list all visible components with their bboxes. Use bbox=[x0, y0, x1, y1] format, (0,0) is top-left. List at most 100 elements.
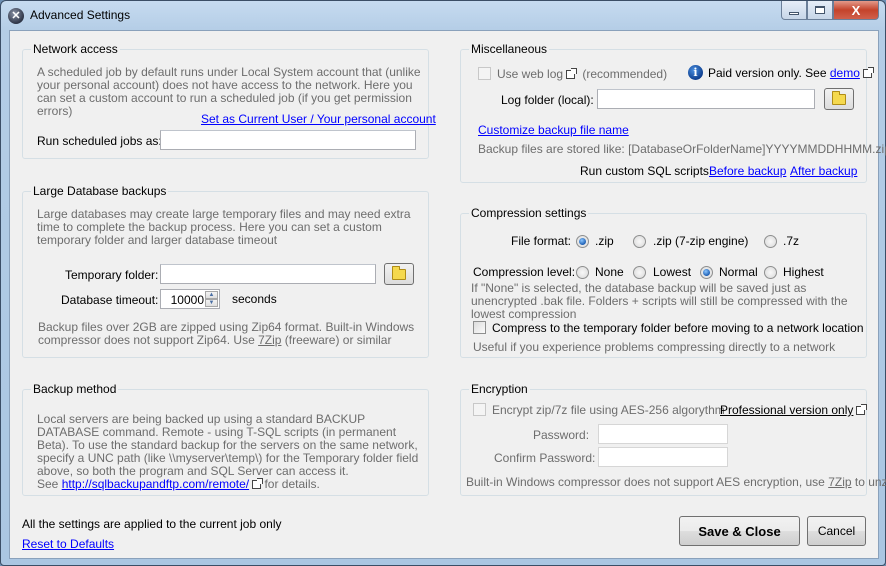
window-title: Advanced Settings bbox=[30, 8, 131, 22]
level-normal-label[interactable]: Normal bbox=[719, 265, 758, 279]
encryption-title: Encryption bbox=[469, 382, 530, 396]
demo-link[interactable]: demo bbox=[830, 66, 860, 80]
zip64-note: Backup files over 2GB are zipped using Z… bbox=[38, 321, 423, 347]
aes-note-post: to unzip bbox=[854, 475, 886, 489]
log-folder-input[interactable] bbox=[597, 89, 815, 109]
folder-icon bbox=[832, 90, 846, 105]
confirm-password-label: Confirm Password: bbox=[494, 451, 596, 465]
spinner-buttons: ▲ ▼ bbox=[205, 291, 218, 307]
before-backup-link[interactable]: Before backup bbox=[709, 164, 786, 178]
temp-folder-browse-button[interactable] bbox=[384, 263, 414, 285]
temp-folder-label: Temporary folder: bbox=[65, 268, 159, 282]
level-none-radio[interactable] bbox=[576, 266, 589, 279]
network-access-title: Network access bbox=[31, 42, 120, 56]
customize-backup-name-link[interactable]: Customize backup file name bbox=[478, 123, 629, 137]
encrypt-label: Encrypt zip/7z file using AES-256 algory… bbox=[492, 403, 725, 417]
dialog-client-area: Network access A scheduled job by defaul… bbox=[9, 30, 886, 559]
compress-temp-note: Useful if you experience problems compre… bbox=[473, 340, 836, 354]
settings-scope-note: All the settings are applied to the curr… bbox=[22, 517, 282, 531]
close-button[interactable]: X bbox=[833, 1, 879, 20]
large-db-group: Large Database backups Large databases m… bbox=[22, 184, 429, 358]
backup-method-see: See http://sqlbackupandftp.com/remote/ f… bbox=[37, 478, 422, 491]
timeout-unit: seconds bbox=[232, 292, 277, 306]
compression-group: Compression settings File format: .zip .… bbox=[460, 206, 867, 358]
zip64-note-post: (freeware) or similar bbox=[281, 333, 392, 347]
aes-7zip-link[interactable]: 7Zip bbox=[828, 475, 851, 489]
see-pre: See bbox=[37, 477, 62, 491]
compress-temp-label[interactable]: Compress to the temporary folder before … bbox=[492, 321, 864, 335]
spin-down-button[interactable]: ▼ bbox=[205, 299, 218, 307]
web-log-recommended: (recommended) bbox=[582, 67, 668, 81]
password-input[interactable] bbox=[598, 424, 728, 444]
format-7zip-engine-radio[interactable] bbox=[633, 235, 646, 248]
level-lowest-radio[interactable] bbox=[633, 266, 646, 279]
minimize-button[interactable] bbox=[781, 1, 807, 20]
reset-to-defaults-link[interactable]: Reset to Defaults bbox=[22, 537, 114, 551]
run-as-input[interactable] bbox=[160, 130, 416, 150]
remote-docs-link[interactable]: http://sqlbackupandftp.com/remote/ bbox=[62, 477, 249, 491]
run-as-label: Run scheduled jobs as: bbox=[37, 134, 162, 148]
aes-note: Built-in Windows compressor does not sup… bbox=[466, 475, 886, 489]
minimize-icon bbox=[789, 11, 799, 15]
title-bar[interactable]: ✕ Advanced Settings X bbox=[1, 1, 885, 29]
db-timeout-label: Database timeout: bbox=[61, 293, 159, 307]
pro-version-note: Professional version only bbox=[720, 403, 868, 417]
temp-folder-input[interactable] bbox=[160, 264, 376, 284]
advanced-settings-window: ✕ Advanced Settings X Network access A s… bbox=[0, 0, 886, 566]
external-link-icon bbox=[856, 404, 868, 415]
format-zip-label[interactable]: .zip bbox=[595, 234, 614, 248]
level-none-label[interactable]: None bbox=[595, 265, 624, 279]
db-timeout-spinner[interactable]: 10000 ▲ ▼ bbox=[160, 289, 220, 309]
compression-title: Compression settings bbox=[469, 206, 589, 220]
close-icon: X bbox=[851, 2, 861, 18]
professional-version-link[interactable]: Professional version only bbox=[720, 403, 853, 417]
compression-level-label: Compression level: bbox=[473, 265, 576, 279]
miscellaneous-group: Miscellaneous Use web log (recommended) … bbox=[460, 42, 886, 183]
level-highest-label[interactable]: Highest bbox=[783, 265, 824, 279]
use-web-log-checkbox[interactable] bbox=[478, 67, 491, 80]
zip64-7zip-link[interactable]: 7Zip bbox=[258, 333, 281, 347]
aes-note-pre: Built-in Windows compressor does not sup… bbox=[466, 475, 829, 489]
backup-method-group: Backup method Local servers are being ba… bbox=[22, 382, 429, 496]
use-web-log-label: Use web log bbox=[497, 67, 564, 81]
format-7z-radio[interactable] bbox=[764, 235, 777, 248]
set-current-user-link[interactable]: Set as Current User / Your personal acco… bbox=[201, 112, 436, 126]
maximize-icon bbox=[815, 6, 825, 14]
cancel-button[interactable]: Cancel bbox=[807, 516, 866, 546]
custom-sql-label: Run custom SQL scripts: bbox=[580, 164, 713, 178]
compress-temp-checkbox[interactable] bbox=[473, 321, 486, 334]
spin-up-button[interactable]: ▲ bbox=[205, 291, 218, 299]
encryption-group: Encryption Encrypt zip/7z file using AES… bbox=[460, 382, 886, 496]
save-close-button[interactable]: Save & Close bbox=[679, 516, 800, 546]
level-normal-radio[interactable] bbox=[700, 266, 713, 279]
info-icon: i bbox=[688, 65, 703, 80]
encrypt-checkbox[interactable] bbox=[473, 403, 486, 416]
paid-version-text: Paid version only. See bbox=[708, 66, 830, 80]
miscellaneous-title: Miscellaneous bbox=[469, 42, 550, 56]
level-lowest-label[interactable]: Lowest bbox=[653, 265, 691, 279]
none-compression-note: If "None" is selected, the database back… bbox=[471, 281, 848, 321]
log-folder-browse-button[interactable] bbox=[824, 88, 854, 110]
log-folder-label: Log folder (local): bbox=[501, 93, 594, 107]
format-7z-label[interactable]: .7z bbox=[783, 234, 799, 248]
folder-icon bbox=[392, 265, 406, 280]
confirm-password-input[interactable] bbox=[598, 447, 728, 467]
password-label: Password: bbox=[533, 428, 590, 442]
see-post: for details. bbox=[261, 477, 320, 491]
use-web-log-row: Use web log (recommended) bbox=[497, 67, 667, 81]
large-db-description: Large databases may create large tempora… bbox=[37, 207, 411, 247]
backup-method-title: Backup method bbox=[31, 382, 119, 396]
paid-version-note: Paid version only. See demo bbox=[708, 66, 874, 80]
level-highest-radio[interactable] bbox=[764, 266, 777, 279]
external-link-icon bbox=[252, 478, 264, 489]
network-description: A scheduled job by default runs under Lo… bbox=[37, 65, 421, 118]
backup-method-description: Local servers are being backed up using … bbox=[37, 412, 419, 478]
format-7zip-engine-label[interactable]: .zip (7-zip engine) bbox=[653, 234, 748, 248]
backup-name-pattern: Backup files are stored like: [DatabaseO… bbox=[478, 142, 886, 156]
maximize-button[interactable] bbox=[807, 1, 833, 20]
db-timeout-value: 10000 bbox=[170, 293, 204, 307]
file-format-label: File format: bbox=[511, 234, 572, 248]
after-backup-link[interactable]: After backup bbox=[790, 164, 857, 178]
app-icon: ✕ bbox=[8, 8, 24, 24]
format-zip-radio[interactable] bbox=[576, 235, 589, 248]
